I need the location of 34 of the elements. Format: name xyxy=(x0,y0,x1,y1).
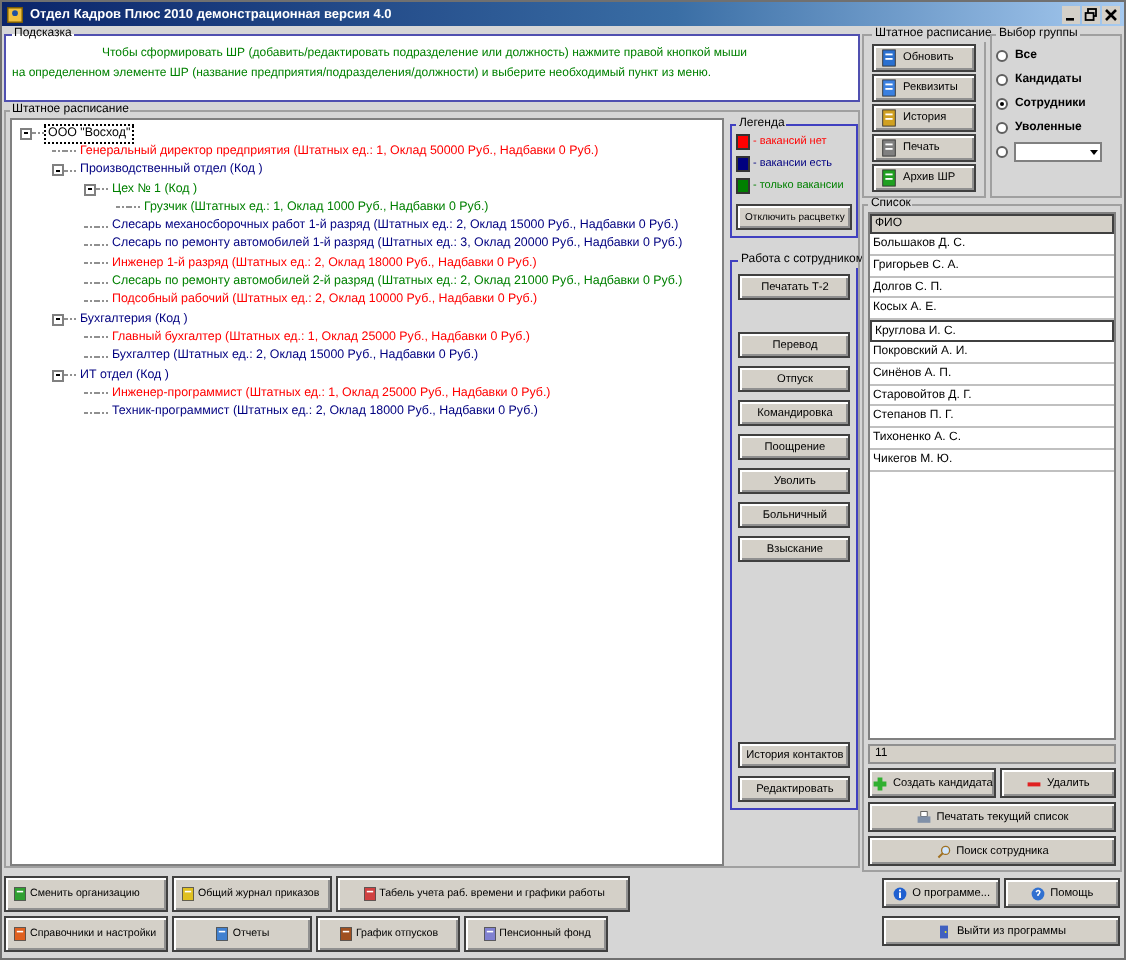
document-icon xyxy=(361,886,378,902)
radio-button[interactable] xyxy=(996,121,1009,133)
document-icon xyxy=(880,108,899,128)
collapse-toggle-icon[interactable] xyxy=(20,127,32,140)
printer-icon xyxy=(916,809,933,825)
document-icon xyxy=(12,886,28,902)
help-icon xyxy=(1030,885,1047,901)
document-icon xyxy=(12,926,28,942)
document-icon xyxy=(880,48,899,68)
document-icon xyxy=(337,926,354,942)
plus-icon xyxy=(872,775,889,791)
document-icon xyxy=(180,886,196,902)
radio-button[interactable] xyxy=(996,145,1009,157)
collapse-toggle-icon[interactable] xyxy=(52,164,64,177)
collapse-toggle-icon[interactable] xyxy=(84,183,96,196)
close-icon[interactable] xyxy=(1102,5,1120,23)
magnifier-icon xyxy=(936,843,953,859)
document-icon xyxy=(214,926,231,942)
document-icon xyxy=(481,926,498,942)
restore-icon[interactable] xyxy=(1082,5,1100,23)
radio-button[interactable] xyxy=(996,49,1009,61)
door-icon xyxy=(936,923,953,939)
minimize-icon[interactable] xyxy=(1062,5,1080,23)
radio-button[interactable] xyxy=(996,73,1009,85)
caret-icon xyxy=(1088,145,1101,157)
collapse-toggle-icon[interactable] xyxy=(52,369,64,381)
info-icon xyxy=(892,885,909,901)
group-dropdown[interactable] xyxy=(1014,141,1103,161)
document-icon xyxy=(880,78,899,98)
document-icon xyxy=(880,168,899,188)
document-icon xyxy=(880,138,899,158)
collapse-toggle-icon[interactable] xyxy=(52,313,64,326)
radio-button[interactable] xyxy=(996,97,1009,109)
app-icon xyxy=(6,5,24,23)
